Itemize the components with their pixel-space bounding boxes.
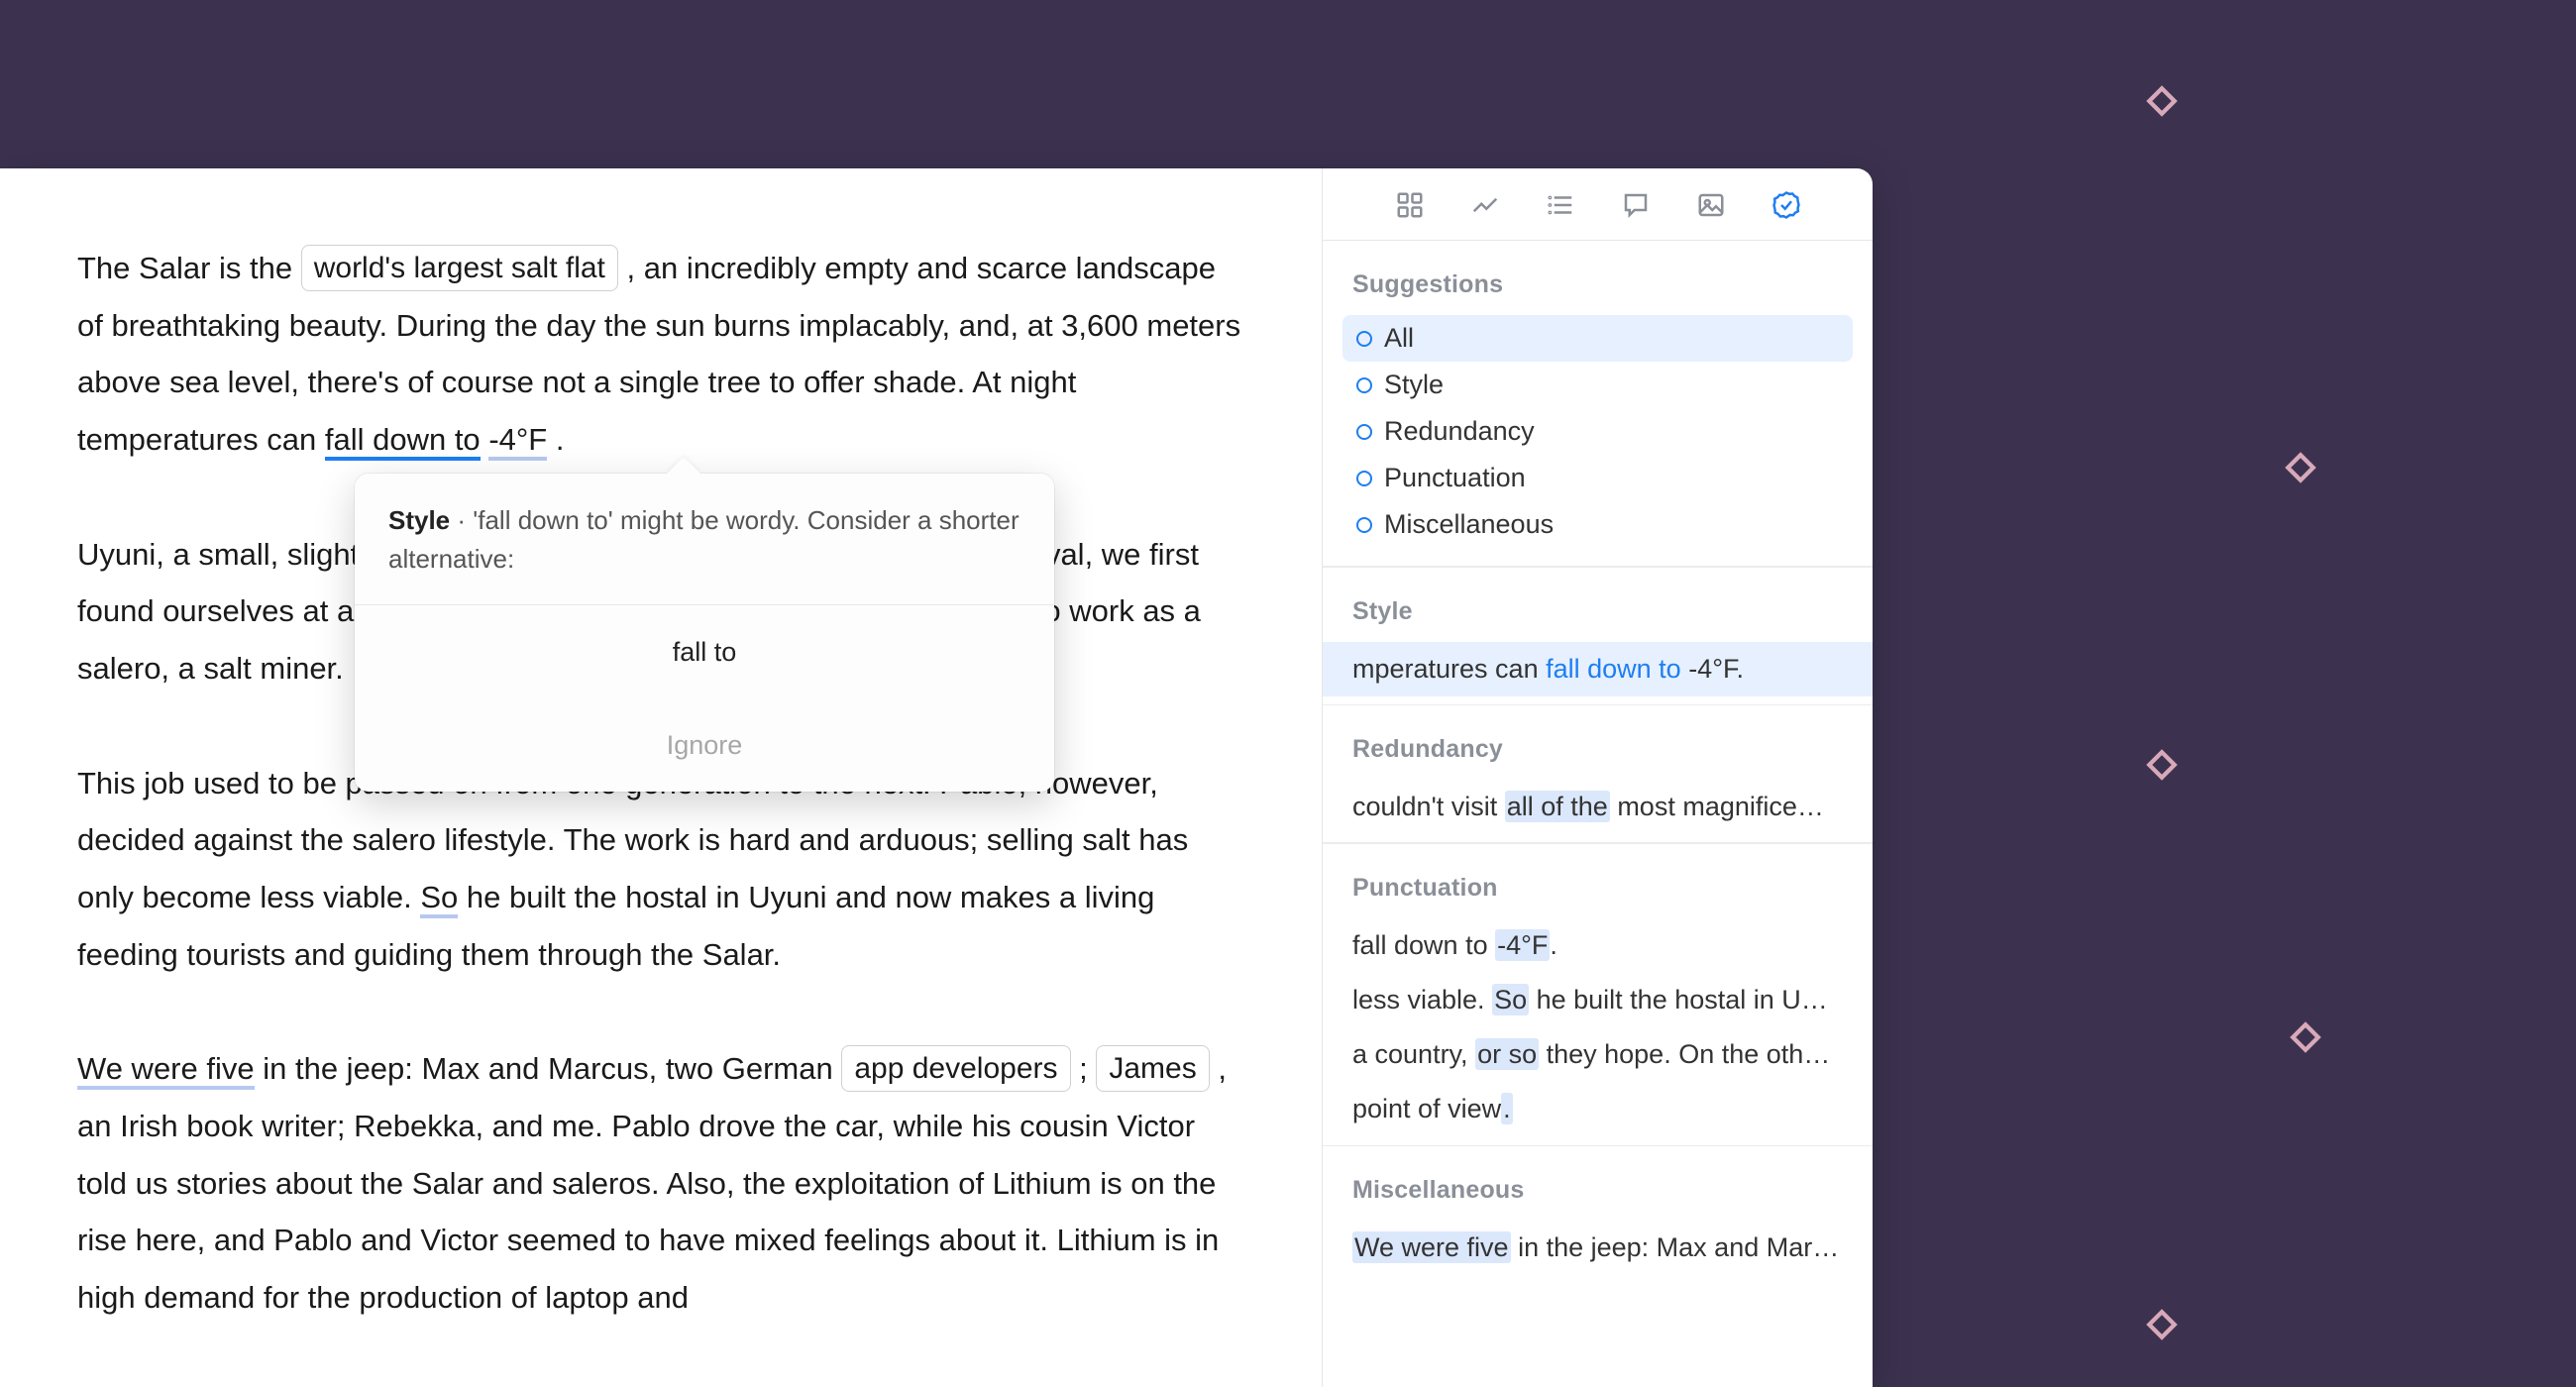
diamond-icon <box>2145 748 2179 782</box>
filter-punctuation[interactable]: Punctuation <box>1342 455 1853 501</box>
popover-header: Style · 'fall down to' might be wordy. C… <box>355 474 1054 605</box>
text: fall down to <box>1352 930 1495 960</box>
suggestion-item[interactable]: couldn't visit all of the most magnifice… <box>1323 780 1873 834</box>
text: The Salar is the <box>77 251 301 285</box>
suggestion-item[interactable]: fall down to -4°F. <box>1323 918 1873 973</box>
suggestions-heading: Suggestions <box>1323 241 1873 315</box>
punctuation-underline[interactable]: So <box>420 880 458 918</box>
text: in the jeep: Max and Marcus, two German <box>263 1051 841 1086</box>
highlight: We were five <box>1352 1231 1511 1263</box>
text: ; <box>1079 1051 1096 1086</box>
suggestion-item[interactable]: We were five in the jeep: Max and Mar… <box>1323 1221 1873 1275</box>
radio-icon <box>1356 331 1372 347</box>
filter-label: Punctuation <box>1384 463 1526 493</box>
filter-label: Style <box>1384 370 1444 400</box>
snippet-pill[interactable]: James <box>1096 1045 1209 1092</box>
highlight: -4°F <box>1495 929 1550 961</box>
editor-pane[interactable]: The Salar is the world's largest salt fl… <box>0 168 1322 1387</box>
list-icon[interactable] <box>1546 192 1575 218</box>
group-heading: Punctuation <box>1323 844 1873 918</box>
highlight: . <box>1501 1093 1513 1124</box>
grid-icon[interactable] <box>1395 192 1425 218</box>
group-heading: Style <box>1323 568 1873 642</box>
trend-icon[interactable] <box>1470 192 1500 218</box>
suggestion-item[interactable]: mperatures can fall down to -4°F. <box>1323 642 1873 696</box>
text: less viable. <box>1352 985 1492 1014</box>
apply-suggestion-button[interactable]: fall to <box>355 605 1054 698</box>
sidebar-toolbar <box>1323 168 1873 241</box>
image-icon[interactable] <box>1696 192 1726 218</box>
highlight: or so <box>1475 1038 1539 1070</box>
diamond-icon <box>2145 1308 2179 1341</box>
filter-label: All <box>1384 323 1414 354</box>
comment-icon[interactable] <box>1621 192 1651 218</box>
diamond-icon <box>2284 451 2317 484</box>
radio-icon <box>1356 424 1372 440</box>
group-style: Style mperatures can fall down to -4°F. <box>1323 568 1873 704</box>
highlight: fall down to <box>1546 654 1681 684</box>
style-underline[interactable]: fall down to <box>325 422 481 461</box>
group-redundancy: Redundancy couldn't visit all of the mos… <box>1323 705 1873 842</box>
filter-label: Redundancy <box>1384 416 1535 447</box>
popover-message: 'fall down to' might be wordy. Consider … <box>388 505 1020 574</box>
suggestion-item[interactable]: less viable. So he built the hostal in U… <box>1323 973 1873 1027</box>
text: couldn't visit <box>1352 792 1505 821</box>
radio-icon <box>1356 471 1372 486</box>
diamond-icon <box>2145 84 2179 118</box>
text: . <box>556 422 565 457</box>
suggestion-item[interactable]: point of view. <box>1323 1082 1873 1136</box>
popover-category: Style <box>388 505 450 535</box>
sidebar: Suggestions All Style Redundancy Punctua… <box>1322 168 1873 1387</box>
radio-icon <box>1356 517 1372 533</box>
text: they hope. On the oth… <box>1539 1039 1830 1069</box>
filter-all[interactable]: All <box>1342 315 1853 362</box>
snippet-pill[interactable]: app developers <box>841 1045 1070 1092</box>
text: point of view <box>1352 1094 1501 1123</box>
highlight: all of the <box>1505 791 1610 822</box>
group-punctuation: Punctuation fall down to -4°F. less viab… <box>1323 844 1873 1145</box>
filter-label: Miscellaneous <box>1384 509 1554 540</box>
text: mperatures can <box>1352 654 1546 684</box>
group-heading: Miscellaneous <box>1323 1146 1873 1221</box>
group-miscellaneous: Miscellaneous We were five in the jeep: … <box>1323 1146 1873 1283</box>
punctuation-underline[interactable]: -4°F <box>488 422 547 461</box>
group-heading: Redundancy <box>1323 705 1873 780</box>
highlight: So <box>1492 984 1529 1015</box>
separator-dot: · <box>450 505 473 535</box>
text: in the jeep: Max and Mar… <box>1511 1232 1840 1262</box>
writing-app-window: The Salar is the world's largest salt fl… <box>0 168 1873 1387</box>
paragraph[interactable]: The Salar is the world's largest salt fl… <box>77 240 1244 469</box>
diamond-icon <box>2289 1020 2322 1054</box>
filter-miscellaneous[interactable]: Miscellaneous <box>1342 501 1853 548</box>
misc-underline[interactable]: We were five <box>77 1051 255 1090</box>
suggestion-popover: Style · 'fall down to' might be wordy. C… <box>355 474 1054 792</box>
snippet-pill[interactable]: world's largest salt flat <box>301 245 618 291</box>
text: a country, <box>1352 1039 1475 1069</box>
radio-icon <box>1356 377 1372 393</box>
filter-style[interactable]: Style <box>1342 362 1853 408</box>
paragraph[interactable]: We were five in the jeep: Max and Marcus… <box>77 1040 1244 1326</box>
text: most magnifice… <box>1610 792 1824 821</box>
check-icon[interactable] <box>1771 192 1801 218</box>
text: he built the hostal in U… <box>1529 985 1828 1014</box>
text: -4°F. <box>1681 654 1744 684</box>
suggestion-item[interactable]: a country, or so they hope. On the oth… <box>1323 1027 1873 1082</box>
filter-redundancy[interactable]: Redundancy <box>1342 408 1853 455</box>
ignore-button[interactable]: Ignore <box>355 698 1054 792</box>
filter-list: All Style Redundancy Punctuation Miscell… <box>1323 315 1873 566</box>
text: . <box>1550 930 1557 960</box>
